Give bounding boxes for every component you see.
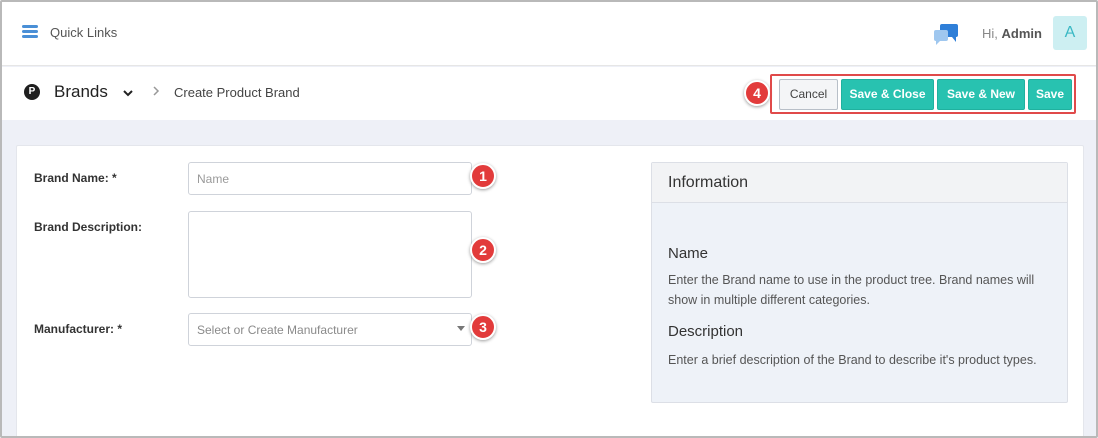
avatar[interactable]: A [1053, 16, 1087, 50]
manufacturer-placeholder: Select or Create Manufacturer [197, 323, 358, 337]
brand-name-label: Brand Name: * [34, 171, 117, 185]
save-and-close-button[interactable]: Save & Close [841, 79, 934, 110]
callout-badge-4: 4 [744, 80, 770, 106]
brand-name-input[interactable] [188, 162, 472, 195]
brand-description-label: Brand Description: [34, 220, 143, 234]
page-title[interactable]: Brands [54, 82, 108, 102]
name-heading: Name [668, 245, 709, 262]
information-title: Information [668, 174, 749, 191]
user-greeting: Hi, Admin [982, 26, 1042, 41]
form-card: Brand Name: * 1 Brand Description: 2 Man… [16, 145, 1084, 436]
brand-description-textarea[interactable] [188, 211, 472, 298]
cancel-button[interactable]: Cancel [779, 79, 838, 110]
user-name: Admin [1001, 26, 1042, 41]
save-and-new-button[interactable]: Save & New [937, 79, 1025, 110]
description-help-text: Enter a brief description of the Brand t… [668, 353, 1037, 367]
manufacturer-label: Manufacturer: * [34, 322, 123, 336]
greeting-prefix: Hi, [982, 26, 998, 41]
action-button-group: Cancel Save & Close Save & New Save [770, 74, 1076, 114]
app-frame: Quick Links Hi, Admin A P Brands Create … [0, 0, 1098, 438]
callout-badge-2: 2 [470, 237, 496, 263]
top-bar: Quick Links Hi, Admin A [2, 2, 1096, 66]
manufacturer-select[interactable]: Select or Create Manufacturer [188, 313, 472, 346]
breadcrumb-current: Create Product Brand [174, 85, 300, 100]
product-icon: P [24, 84, 40, 100]
information-header: Information [652, 163, 1067, 203]
page-header: P Brands Create Product Brand 4 Cancel S… [2, 67, 1096, 120]
information-panel: Information Name Enter the Brand name to… [651, 162, 1068, 403]
callout-badge-1: 1 [470, 163, 496, 189]
chevron-right-icon [153, 86, 160, 96]
name-help-text: Enter the Brand name to use in the produ… [668, 273, 1035, 307]
dropdown-arrow-icon [457, 326, 465, 331]
save-button[interactable]: Save [1028, 79, 1072, 110]
callout-badge-3: 3 [470, 314, 496, 340]
chat-icon[interactable] [932, 22, 960, 46]
chevron-down-icon[interactable] [121, 86, 135, 100]
quick-links-link[interactable]: Quick Links [50, 25, 117, 40]
description-heading: Description [668, 323, 744, 340]
menu-icon[interactable] [22, 25, 38, 39]
